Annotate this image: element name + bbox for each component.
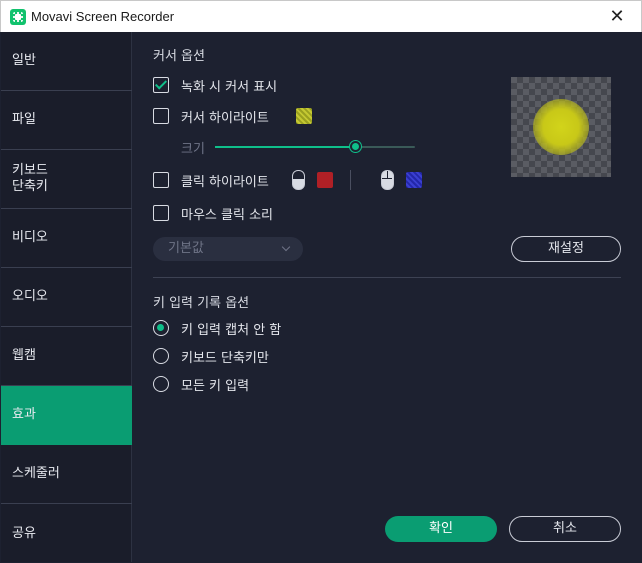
sidebar-item-webcam[interactable]: 웹캠: [1, 327, 132, 386]
sidebar-item-hotkeys[interactable]: 키보드 단축키: [1, 150, 132, 209]
sidebar-item-file[interactable]: 파일: [1, 91, 132, 150]
size-slider[interactable]: [215, 141, 415, 152]
click-highlight-label: 클릭 하이라이트: [181, 174, 269, 190]
sidebar-item-label: 키보드 단축키: [12, 163, 48, 194]
size-label: 크기: [181, 141, 205, 157]
sound-preset-dropdown[interactable]: 기본값: [153, 237, 303, 261]
chevron-down-icon: [281, 242, 291, 252]
click-highlight-checkbox[interactable]: [153, 172, 169, 188]
highlight-color-swatch[interactable]: [295, 108, 312, 124]
cursor-highlight-preview: [533, 99, 589, 155]
sidebar-item-label: 파일: [12, 112, 36, 127]
key-option-all-radio[interactable]: [153, 376, 169, 392]
show-cursor-option[interactable]: 녹화 시 커서 표시: [153, 75, 277, 95]
sound-preset-value: 기본값: [168, 241, 204, 256]
click-sound-checkbox[interactable]: [153, 205, 169, 221]
sidebar-item-share[interactable]: 공유: [1, 504, 132, 563]
sidebar-item-label: 효과: [12, 407, 36, 422]
cursor-highlight-label: 커서 하이라이트: [181, 110, 269, 126]
key-option-none-label: 키 입력 캡처 안 함: [181, 322, 282, 338]
window-title: Movavi Screen Recorder: [31, 9, 175, 24]
click-highlight-option[interactable]: 클릭 하이라이트: [153, 170, 422, 190]
size-slider-fill: [215, 146, 357, 148]
cursor-options-title: 커서 옵션: [153, 49, 205, 64]
sidebar-item-label: 스케줄러: [12, 466, 60, 481]
key-option-none-radio[interactable]: [153, 320, 169, 336]
key-option-shortcuts-label: 키보드 단축키만: [181, 350, 269, 366]
sidebar-item-video[interactable]: 비디오: [1, 209, 132, 268]
sidebar-item-label: 공유: [12, 525, 36, 541]
cancel-button[interactable]: 취소: [509, 516, 621, 542]
key-option-all[interactable]: 모든 키 입력: [153, 374, 249, 394]
key-option-none[interactable]: 키 입력 캡처 안 함: [153, 318, 281, 338]
cursor-preview: [511, 77, 611, 177]
section-divider: [153, 277, 621, 278]
settings-sidebar: 일반 파일 키보드 단축키 비디오 오디오 웹캠 효과 스케줄러 공유: [1, 32, 132, 562]
sidebar-item-label: 오디오: [12, 289, 48, 304]
right-click-color-swatch[interactable]: [405, 172, 422, 188]
reset-button[interactable]: 재설정: [511, 236, 621, 262]
sidebar-item-label: 비디오: [12, 230, 48, 245]
click-divider: [350, 170, 351, 190]
sidebar-item-general[interactable]: 일반: [1, 32, 132, 91]
show-cursor-label: 녹화 시 커서 표시: [181, 79, 278, 95]
left-click-mouse-icon: [291, 170, 305, 190]
key-option-shortcuts[interactable]: 키보드 단축키만: [153, 346, 269, 366]
right-click-mouse-icon: [380, 170, 394, 190]
sidebar-item-scheduler[interactable]: 스케줄러: [1, 445, 132, 504]
key-options-title: 키 입력 기록 옵션: [153, 296, 250, 311]
click-sound-label: 마우스 클릭 소리: [181, 207, 273, 223]
left-click-color-swatch[interactable]: [316, 172, 333, 188]
sidebar-item-label: 웹캠: [12, 348, 36, 363]
title-bar: Movavi Screen Recorder ✕: [0, 0, 642, 32]
show-cursor-checkbox[interactable]: [153, 77, 169, 93]
sidebar-item-effects[interactable]: 효과: [1, 386, 132, 445]
sidebar-item-audio[interactable]: 오디오: [1, 268, 132, 327]
key-option-shortcuts-radio[interactable]: [153, 348, 169, 364]
click-sound-option[interactable]: 마우스 클릭 소리: [153, 203, 273, 223]
sidebar-item-label: 일반: [12, 53, 36, 68]
size-slider-thumb[interactable]: [350, 141, 361, 152]
ok-button[interactable]: 확인: [385, 516, 497, 542]
key-option-all-label: 모든 키 입력: [181, 378, 250, 394]
cursor-highlight-checkbox[interactable]: [153, 108, 169, 124]
size-row: 크기: [153, 137, 205, 157]
effects-panel: 커서 옵션 녹화 시 커서 표시 커서 하이라이트 크기 클릭 하이라이트 마우…: [133, 32, 641, 562]
cursor-highlight-option[interactable]: 커서 하이라이트: [153, 106, 312, 126]
movavi-app-icon: [10, 9, 26, 25]
close-button[interactable]: ✕: [595, 1, 639, 32]
